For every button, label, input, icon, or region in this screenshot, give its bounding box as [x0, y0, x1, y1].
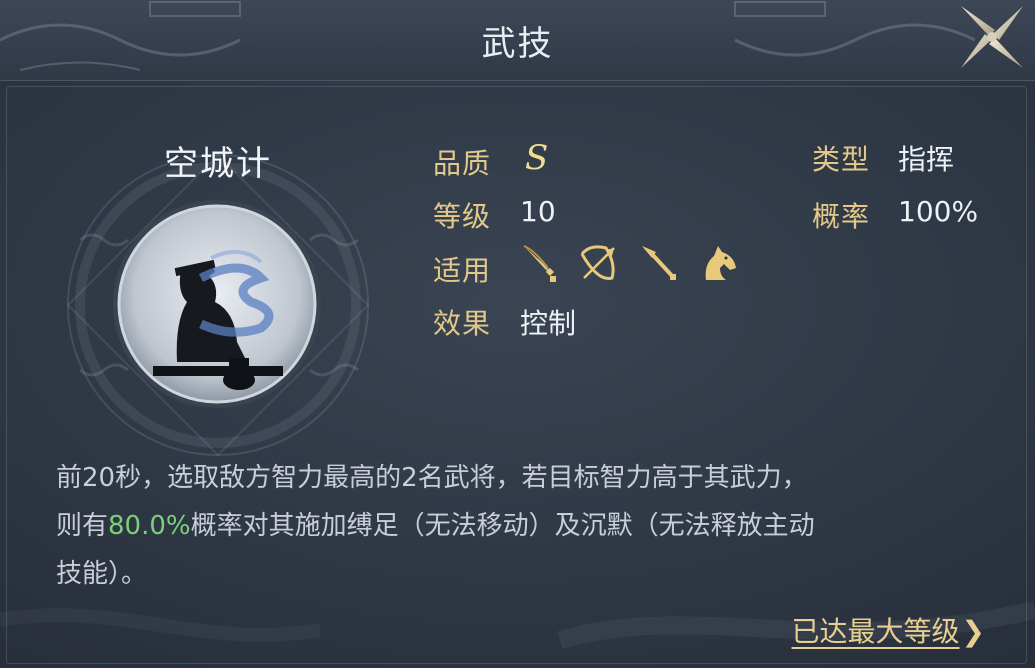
type-label: 类型	[812, 143, 871, 176]
type-value: 指挥	[898, 143, 955, 176]
chance-label: 概率	[812, 200, 871, 233]
description-chance-highlight: 80.0%	[108, 511, 191, 541]
max-level-label: 已达最大等级	[791, 615, 960, 648]
skill-portrait	[113, 200, 321, 408]
description-line-2: 则有80.0%概率对其施加缚足（无法移动）及沉默（无法释放主动	[56, 502, 986, 550]
quality-label: 品质	[433, 147, 492, 180]
max-level-link[interactable]: 已达最大等级❯	[792, 610, 985, 650]
skill-description: 前20秒，选取敌方智力最高的2名武将，若目标智力高于其武力， 则有80.0%概率…	[56, 454, 986, 598]
description-line-2-prefix: 则有	[56, 511, 109, 541]
skill-detail-panel: 武技 空城计 品质 S 等级 10 适用 效果 控制 类型 指挥 概率 100%…	[0, 0, 1035, 668]
applies-label: 适用	[433, 254, 492, 287]
close-button[interactable]	[955, 0, 1029, 74]
bow-icon	[576, 240, 622, 286]
description-line-2-suffix: 概率对其施加缚足（无法移动）及沉默（无法释放主动	[190, 511, 815, 541]
effect-label: 效果	[433, 307, 492, 340]
header-bar: 武技	[0, 0, 1035, 81]
level-value: 10	[520, 195, 556, 228]
window-title: 武技	[481, 24, 554, 64]
close-icon	[961, 6, 1023, 68]
chevron-right-icon: ❯	[961, 615, 985, 648]
horse-icon	[696, 240, 742, 286]
quality-value: S	[525, 138, 549, 178]
sword-icon	[516, 240, 562, 286]
skill-name: 空城计	[164, 144, 272, 184]
effect-value: 控制	[520, 307, 577, 340]
chance-value: 100%	[898, 195, 979, 228]
description-line-1: 前20秒，选取敌方智力最高的2名武将，若目标智力高于其武力，	[56, 463, 808, 493]
level-label: 等级	[433, 200, 492, 233]
spear-icon	[636, 240, 682, 286]
description-line-3: 技能）。	[56, 559, 148, 589]
